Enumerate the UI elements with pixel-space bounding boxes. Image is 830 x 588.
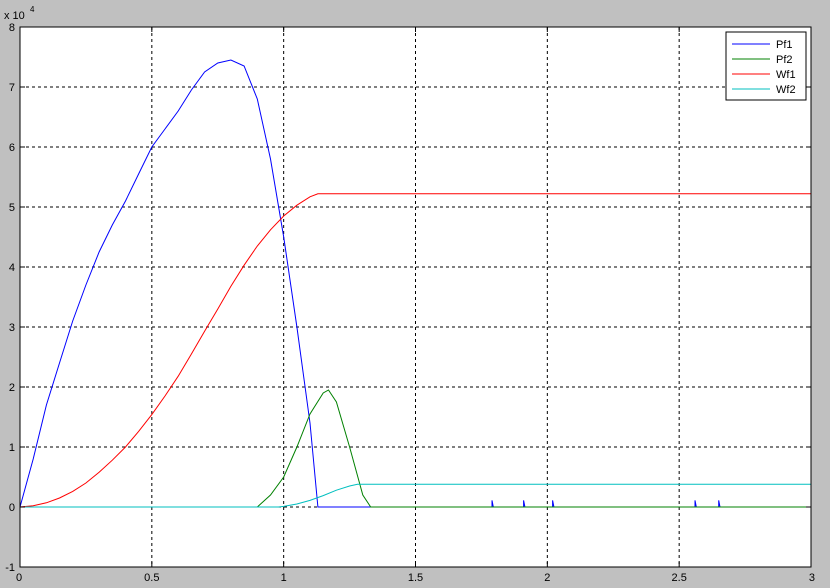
y-tick-label: 0	[9, 502, 15, 514]
x-tick-label: 1	[281, 572, 287, 584]
legend-label-wf1: Wf1	[776, 69, 796, 81]
x-tick-labels: 0 0.5 1 1.5 2 2.5 3	[16, 572, 815, 584]
y-tick-label: -1	[5, 562, 15, 574]
x-tick-label: 1.5	[408, 572, 423, 584]
y-tick-labels: -1 0 1 2 3 4 5 6 7 8	[5, 22, 15, 574]
y-tick-label: 6	[9, 142, 15, 154]
legend-label-wf2: Wf2	[776, 84, 796, 96]
y-tick-label: 1	[9, 442, 15, 454]
y-exponent-base: x 10	[4, 10, 25, 22]
x-tick-label: 2	[544, 572, 550, 584]
x-tick-label: 3	[809, 572, 815, 584]
legend-label-pf1: Pf1	[776, 39, 793, 51]
figure-window: 0 0.5 1 1.5 2 2.5 3 -1012345678 x 10 4 Pf1Pf2W…	[4, 5, 815, 584]
y-tick-label: 4	[9, 262, 15, 274]
legend-label-pf2: Pf2	[776, 54, 793, 66]
y-exponent-label: x 10 4	[4, 5, 35, 22]
y-tick-label: 8	[9, 22, 15, 34]
y-tick-label: 3	[9, 322, 15, 334]
legend: Pf1 Pf2 Wf1 Wf2	[725, 31, 807, 101]
x-tick-label: 2.5	[672, 572, 687, 584]
x-tick-label: 0	[16, 572, 22, 584]
x-tick-label: 0.5	[144, 572, 159, 584]
y-tick-label: 7	[9, 82, 15, 94]
y-tick-label: 2	[9, 382, 15, 394]
y-exponent-power: 4	[30, 5, 35, 14]
y-tick-label: 5	[9, 202, 15, 214]
